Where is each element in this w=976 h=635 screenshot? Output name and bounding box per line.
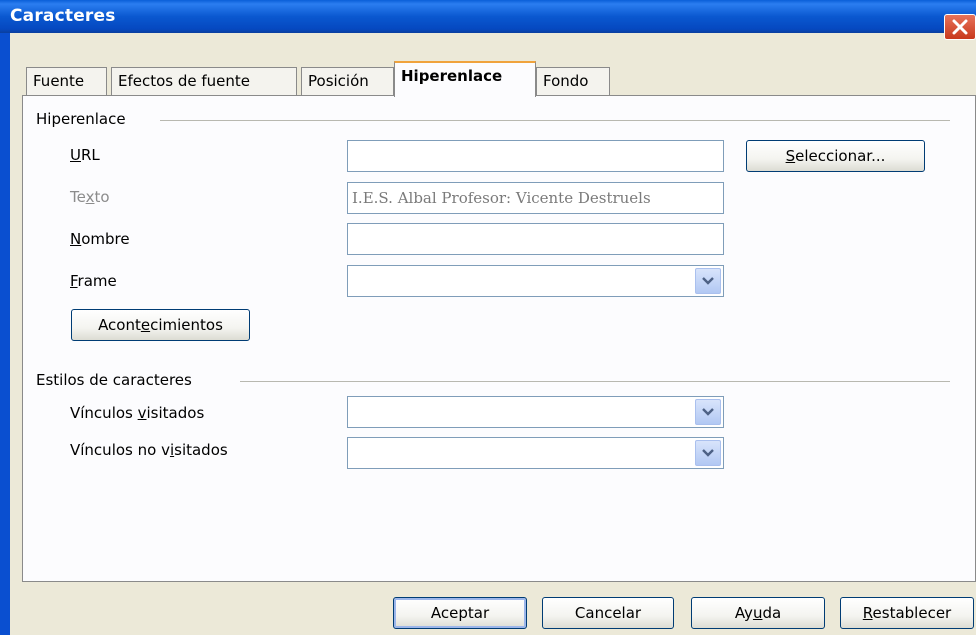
ok-button[interactable]: Aceptar [393,597,527,629]
visited-links-label: Vínculos visitados [70,404,205,422]
tab-label: Fuente [33,72,85,90]
section-title-hiperenlace: Hiperenlace [36,110,134,128]
section-divider [240,381,950,382]
tab-hiperenlace[interactable]: Hiperenlace [394,61,536,97]
frame-dropdown[interactable] [347,265,724,297]
dropdown-button[interactable] [695,268,721,294]
chevron-down-icon [702,449,714,457]
section-title-estilos: Estilos de caracteres [36,371,200,389]
url-field[interactable] [347,140,724,172]
dialog-window: Caracteres Fuente Efectos de fuente Posi… [0,0,976,635]
tab-fuente[interactable]: Fuente [26,67,107,95]
tab-label: Hiperenlace [401,67,503,85]
unvisited-links-label: Vínculos no visitados [70,441,228,459]
close-icon [952,19,968,35]
reset-button[interactable]: Restablecer [840,597,974,629]
events-button[interactable]: Acontecimientos [71,309,250,341]
tab-label: Posición [308,72,369,90]
window-left-border [0,33,10,635]
tab-posicion[interactable]: Posición [301,67,394,95]
chevron-down-icon [702,408,714,416]
tab-efectos-de-fuente[interactable]: Efectos de fuente [111,67,297,95]
dialog-title: Caracteres [10,6,116,26]
dropdown-button[interactable] [695,399,721,425]
close-button[interactable] [944,14,976,40]
chevron-down-icon [702,277,714,285]
text-field: I.E.S. Albal Profesor: Vicente Destruels [347,182,724,214]
visited-links-dropdown[interactable] [347,396,724,428]
name-label: Nombre [70,230,130,248]
select-button[interactable]: Seleccionar... [746,140,925,172]
url-label: URL [70,146,100,164]
tab-label: Fondo [543,72,589,90]
name-field[interactable] [347,223,724,255]
unvisited-links-dropdown[interactable] [347,437,724,469]
tab-fondo[interactable]: Fondo [536,67,610,95]
text-label: Texto [70,188,110,206]
section-divider [160,120,950,121]
tab-label: Efectos de fuente [118,72,251,90]
dropdown-button[interactable] [695,440,721,466]
help-button[interactable]: Ayuda [691,597,825,629]
frame-label: Frame [70,272,117,290]
title-bar[interactable]: Caracteres [0,0,976,33]
cancel-button[interactable]: Cancelar [542,597,674,629]
